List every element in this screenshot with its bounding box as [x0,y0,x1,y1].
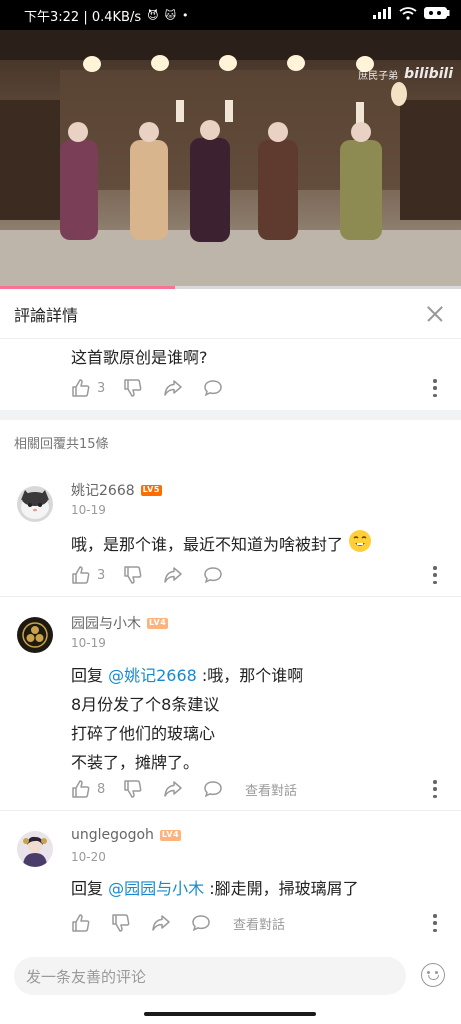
watermark-channel: 庶民子弟 [358,70,399,82]
view-conversation-link[interactable]: 查看對話 [245,780,297,799]
reply-text: 回复 @园园与小木 :腳走開，掃玻璃屑了 [71,874,359,903]
like-count: 8 [97,781,106,797]
comment-detail-title: 評論詳情 [14,305,79,325]
reply-button[interactable] [203,563,245,587]
thumbs-down-icon [124,566,142,584]
comment-bubble-icon [204,567,222,584]
comment-input-bar: 发一条友善的评论 [0,948,461,1024]
thumbs-up-icon [72,914,90,932]
reply-item: unglegogoh LV4 10-20 回复 @园园与小木 :腳走開，掃玻璃屑… [0,811,461,946]
avatar[interactable] [17,831,53,867]
reply-actions: 8 查看對話 [71,777,451,801]
bilibili-logo: bilibili [404,66,453,82]
mention-link[interactable]: @园园与小木 [108,879,204,898]
reply-text-line: 8月份发了个8条建议 [71,695,220,714]
more-options-icon[interactable] [433,379,437,397]
share-button[interactable] [163,376,203,400]
thumbs-up-icon [72,566,90,584]
reply-button[interactable] [203,376,245,400]
username[interactable]: 姚记2668 [71,480,135,500]
section-divider [0,410,461,420]
thumbs-down-icon [124,379,142,397]
share-icon [164,380,182,396]
view-conversation-link[interactable]: 查看對話 [233,914,285,933]
dot-icon: • [182,8,189,22]
reply-text-line: 打碎了他们的玻璃心 [71,724,216,743]
reply-item: 姚记2668 LV5 10-19 哦，是那个谁，最近不知道为啥被封了 3 [0,470,461,597]
reply-prefix: 回复 [71,879,109,898]
more-options-icon[interactable] [433,780,437,798]
comment-input[interactable]: 发一条友善的评论 [14,957,406,995]
mention-link[interactable]: @姚记2668 [108,666,197,685]
reply-text: 回复 @姚记2668 :哦，那个谁啊 8月份发了个8条建议 打碎了他们的玻璃心 … [71,661,303,777]
dislike-button[interactable] [111,911,151,935]
battery-icon [423,5,451,25]
emoji-icon[interactable] [421,963,445,987]
share-icon [152,915,170,931]
level-badge: LV4 [159,829,182,841]
comment-bubble-icon [204,380,222,397]
like-button[interactable] [71,911,111,935]
dislike-button[interactable] [123,563,163,587]
like-count: 3 [97,567,106,583]
signal-icon [373,7,393,23]
share-button[interactable] [163,563,203,587]
comment-detail-header: 評論詳情 [0,289,461,339]
comment-bubble-icon [192,915,210,932]
video-player[interactable]: 庶民子弟 bilibili [0,30,461,288]
level-badge: LV4 [147,617,169,629]
reply-actions: 查看對話 [71,911,451,935]
emoji-sticker-icon [348,529,372,562]
reply-button[interactable] [203,777,245,801]
thumbs-down-icon [124,780,142,798]
comment-bubble-icon [204,781,222,798]
cat-icon: 🐱 [164,8,177,22]
like-button[interactable]: 3 [71,563,123,587]
share-icon [164,781,182,797]
wifi-icon [399,6,417,24]
status-bar: 下午3:22 | 0.4KB/s 😈 🐱 • [0,0,461,30]
devil-icon: 😈 [147,8,159,22]
username[interactable]: 园园与小木 [71,613,141,633]
thumbs-down-icon [112,914,130,932]
reply-date: 10-19 [71,636,106,650]
home-indicator [144,1012,316,1016]
dislike-button[interactable] [123,777,163,801]
like-button[interactable]: 8 [71,777,123,801]
dislike-button[interactable] [123,376,163,400]
reply-date: 10-19 [71,503,106,517]
reply-prefix: 回复 [71,666,109,685]
share-button[interactable] [151,911,191,935]
more-options-icon[interactable] [433,914,437,932]
username[interactable]: unglegogoh [71,827,154,843]
reply-item: 园园与小木 LV4 10-19 回复 @姚记2668 :哦，那个谁啊 8月份发了… [0,597,461,811]
share-icon [164,567,182,583]
status-time-speed: 下午3:22 | 0.4KB/s [24,9,142,25]
reply-text-line: 哦，是那个谁，最近不知道为啥被封了 [71,535,344,554]
reply-date: 10-20 [71,850,106,864]
avatar[interactable] [17,617,53,653]
reply-text: 哦，是那个谁，最近不知道为啥被封了 [71,529,372,562]
like-count: 3 [97,380,106,396]
close-icon[interactable] [423,302,447,326]
reply-text-line: :腳走開，掃玻璃屑了 [204,879,359,898]
level-badge: LV5 [140,484,162,496]
reply-text-line: :哦，那个谁啊 [196,666,304,685]
thumbs-up-icon [72,379,90,397]
related-replies-count: 相關回覆共15條 [14,437,109,452]
root-comment: 这首歌原创是谁啊? 3 [0,340,461,410]
thumbs-up-icon [72,780,90,798]
reply-button[interactable] [191,911,233,935]
reply-actions: 3 [71,563,451,587]
root-comment-actions: 3 [71,376,451,400]
share-button[interactable] [163,777,203,801]
reply-text-line: 不装了，摊牌了。 [71,753,200,772]
avatar[interactable] [17,486,53,522]
like-button[interactable]: 3 [71,376,123,400]
more-options-icon[interactable] [433,566,437,584]
video-watermark: 庶民子弟 bilibili [358,66,453,82]
root-comment-text: 这首歌原创是谁啊? [71,348,208,367]
